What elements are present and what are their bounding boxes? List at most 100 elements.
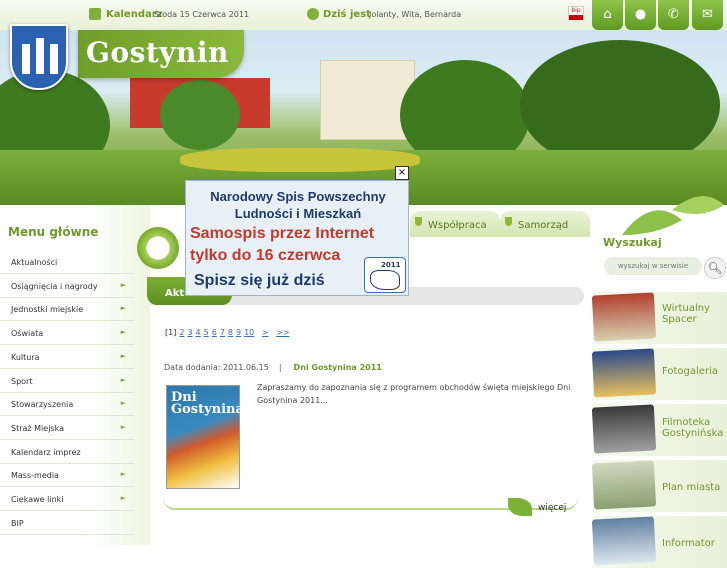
flowerbed — [180, 148, 420, 172]
thumbnail-text: Dni Gostynina — [171, 390, 244, 417]
menu-item-label: Aktualności — [11, 258, 58, 267]
pager-page[interactable]: 4 — [196, 328, 201, 337]
menu-item[interactable]: Jednostki miejskie ► — [0, 297, 134, 322]
menu-item[interactable]: BIP — [0, 511, 134, 535]
article-meta: Data dodania: 2011.06.15 | Dni Gostynina 2… — [164, 363, 382, 372]
menu-item-label: Kalendarz imprez — [11, 447, 81, 457]
census-logo: 2011 — [364, 257, 406, 293]
pager-page[interactable]: 10 — [244, 328, 254, 337]
more-button[interactable]: więcej — [508, 492, 578, 522]
chat-button[interactable]: ● — [625, 0, 656, 30]
pager-page[interactable]: 8 — [228, 328, 233, 337]
pager-last[interactable]: >> — [276, 328, 289, 337]
clock-icon — [137, 227, 179, 269]
menu-item[interactable]: Straż Miejska ► — [0, 416, 134, 440]
article-title[interactable]: Dni Gostynina 2011 — [294, 363, 382, 372]
popup-line1: Narodowy Spis Powszechny — [210, 189, 386, 204]
phone-button[interactable]: ✆ — [658, 0, 689, 30]
chevron-right-icon: ► — [120, 375, 126, 384]
menu-item[interactable]: Osiągnięcia i nagrody ► — [0, 274, 134, 298]
informator-link[interactable]: Informator — [591, 516, 727, 568]
menu-item[interactable]: Kultura ► — [0, 345, 134, 369]
search-title: Wyszukaj — [603, 236, 662, 249]
phone-icon: ✆ — [668, 7, 679, 22]
filmoteka-link[interactable]: Filmoteka Gostynińska — [591, 404, 727, 456]
poland-map-icon — [370, 270, 400, 290]
tab-label: Samorząd — [518, 220, 569, 231]
menu-item[interactable]: Mass-media ► — [0, 463, 134, 488]
popup-line2: Ludności i Mieszkań — [234, 206, 362, 221]
census-popup[interactable]: × Narodowy Spis Powszechny Ludności i Mi… — [185, 166, 409, 296]
site-logo-band[interactable]: Gostynin — [78, 30, 244, 78]
search-button[interactable]: 🔍︎ — [704, 257, 726, 279]
menu-item[interactable]: Sport ► — [0, 369, 134, 393]
menu-title: Menu główne — [8, 225, 99, 239]
box-label: Filmoteka Gostynińska — [662, 417, 724, 439]
tab-wspolpraca[interactable]: Współpraca — [410, 211, 500, 237]
nameday-label: Dziś jest — [323, 9, 371, 20]
menu-item-label: BIP — [11, 518, 24, 528]
badge-year: 2011 — [381, 261, 401, 269]
chevron-right-icon: ► — [120, 422, 126, 431]
box-label: Informator — [662, 538, 715, 549]
menu-item[interactable]: Kalendarz imprez — [0, 440, 134, 464]
chevron-right-icon: ► — [120, 399, 126, 408]
pagination: [1] 2 3 4 5 6 7 8 9 10 > >> — [165, 328, 289, 337]
photo-icon — [591, 292, 657, 342]
article-thumbnail[interactable]: Dni Gostynina — [166, 385, 244, 489]
map-icon — [591, 460, 657, 510]
pager-page[interactable]: 5 — [204, 328, 209, 337]
pager-page[interactable]: 7 — [220, 328, 225, 337]
menu-item-label: Oświata — [11, 329, 44, 339]
chat-icon: ● — [634, 7, 647, 22]
main-menu: Menu główne Aktualności Osiągnięcia i nag… — [0, 205, 150, 545]
menu-item-label: Kultura — [11, 352, 40, 362]
coat-of-arms-icon[interactable] — [10, 24, 68, 90]
chevron-right-icon: ► — [120, 304, 126, 313]
pager-page[interactable]: 6 — [212, 328, 217, 337]
menu-item[interactable]: Ciekawe linki ► — [0, 487, 134, 511]
box-label: Plan miasta — [662, 482, 721, 493]
close-button[interactable]: × — [395, 166, 409, 180]
plan-miasta-link[interactable]: Plan miasta — [591, 460, 727, 512]
menu-item-label: Stowarzyszenia — [11, 400, 74, 410]
popup-line5: Spisz się już dziś — [194, 272, 325, 289]
calendar-date: Środa 15 Czerwca 2011 — [154, 10, 250, 19]
flag-icon — [569, 15, 583, 20]
site-title: Gostynin — [86, 36, 229, 69]
meta-separator: | — [278, 363, 282, 372]
wirtualny-spacer-link[interactable]: Wirtualny Spacer — [591, 292, 727, 344]
box-label: Wirtualny Spacer — [662, 303, 710, 325]
bip-label: bip — [571, 7, 581, 14]
home-icon: ⌂ — [603, 7, 612, 22]
menu-item-label: Ciekawe linki — [11, 495, 64, 504]
town-hall — [320, 60, 415, 140]
pager-next[interactable]: > — [262, 328, 269, 337]
nameday-names: Jolanty, Wita, Bernarda — [369, 10, 462, 19]
top-bar: Kalendarz Środa 15 Czerwca 2011 Dziś jes… — [0, 0, 727, 30]
search-input[interactable] — [604, 257, 702, 275]
popup-line4: tylko do 16 czerwca — [190, 247, 341, 264]
tab-label: Współpraca — [428, 220, 487, 231]
mail-icon: ✉ — [702, 7, 713, 22]
popup-line3: Samospis przez Internet — [190, 225, 375, 242]
menu-item[interactable]: Aktualności — [0, 250, 134, 274]
pager-page[interactable]: 3 — [187, 328, 192, 337]
menu-item-label: Jednostki miejskie — [11, 305, 84, 315]
article-excerpt: Zapraszamy do zapoznania się z programem… — [257, 383, 571, 405]
menu-item[interactable]: Stowarzyszenia ► — [0, 392, 134, 417]
menu-item[interactable]: Oświata ► — [0, 321, 134, 346]
fotogaleria-link[interactable]: Fotogaleria — [591, 348, 727, 400]
pager-page[interactable]: 9 — [236, 328, 241, 337]
mail-button[interactable]: ✉ — [692, 0, 723, 30]
chevron-right-icon: ► — [120, 351, 126, 360]
tab-samorzad[interactable]: Samorząd — [500, 211, 590, 237]
person-icon — [307, 8, 319, 20]
pager-page[interactable]: 2 — [179, 328, 184, 337]
bip-link[interactable]: bip — [568, 6, 584, 20]
pager-current: [1] — [165, 328, 177, 337]
home-button[interactable]: ⌂ — [592, 0, 623, 30]
photo-icon — [591, 516, 657, 566]
more-label: więcej — [538, 503, 567, 513]
chevron-right-icon: ► — [120, 494, 126, 502]
